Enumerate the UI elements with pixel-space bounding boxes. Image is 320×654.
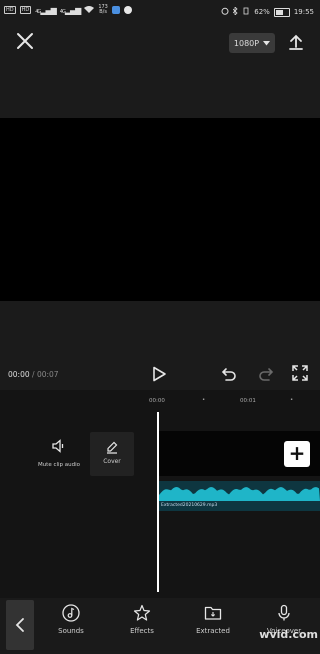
- caret-down-icon: [263, 40, 271, 45]
- tool-sounds-label: Sounds: [58, 627, 84, 635]
- undo-icon: [221, 368, 236, 381]
- ruler-label-0: 00:00: [149, 398, 165, 404]
- close-icon: [17, 33, 33, 49]
- bluetooth-icon: [232, 6, 238, 17]
- current-time: 00:00: [8, 370, 30, 379]
- music-note-icon: [62, 604, 80, 622]
- sparkle-star-icon: [133, 604, 151, 621]
- video-preview[interactable]: [0, 118, 320, 301]
- status-right: 62% 19:55: [221, 6, 314, 17]
- wifi-icon: [84, 5, 95, 15]
- network-speed: 173 B/s: [98, 5, 108, 15]
- redo-button[interactable]: [257, 365, 275, 383]
- close-button[interactable]: [14, 30, 36, 52]
- export-button[interactable]: [286, 32, 306, 52]
- app-notification-icon: [111, 6, 120, 14]
- cover-button[interactable]: Cover: [90, 432, 134, 476]
- battery-fill: [275, 9, 283, 15]
- back-button[interactable]: [6, 600, 34, 650]
- status-left: HD HD 4G▂▄▆ 4G▂▄▆ 173 B/s: [4, 5, 132, 15]
- playback-time: 00:00 / 00:07: [8, 370, 59, 379]
- tool-extracted[interactable]: Extracted: [188, 604, 238, 635]
- audio-clip-track[interactable]: Extracted20210629.mp3: [159, 481, 320, 511]
- resolution-dropdown[interactable]: 1080P: [229, 33, 275, 53]
- play-button[interactable]: [150, 365, 168, 383]
- folder-icon: [204, 606, 222, 620]
- fullscreen-button[interactable]: [292, 365, 308, 381]
- tool-effects-label: Effects: [130, 627, 154, 635]
- tool-effects[interactable]: Effects: [117, 604, 167, 635]
- undo-button[interactable]: [220, 365, 238, 383]
- time-separator: /: [32, 370, 35, 379]
- signal1-label: 4G: [35, 8, 41, 15]
- fullscreen-icon: [292, 365, 308, 381]
- play-icon: [153, 366, 166, 382]
- net-speed-unit: B/s: [99, 9, 107, 15]
- ruler-dot: •: [202, 397, 206, 403]
- playhead[interactable]: [157, 412, 159, 592]
- chat-notification-icon: [123, 6, 132, 14]
- ruler-label-1: 00:01: [240, 398, 256, 404]
- vibrate-icon: [242, 7, 250, 17]
- battery-icon: [273, 7, 290, 17]
- mute-clip-audio-button[interactable]: Mute clip audio: [36, 438, 82, 468]
- sim1-badge: HD: [4, 6, 16, 14]
- redo-icon: [259, 368, 274, 381]
- resolution-label: 1080P: [233, 38, 260, 48]
- microphone-icon: [278, 604, 290, 621]
- add-clip-button[interactable]: +: [284, 441, 310, 467]
- audio-clip-name: Extracted20210629.mp3: [161, 503, 218, 508]
- ruler-dot: •: [290, 397, 294, 403]
- tool-sounds[interactable]: Sounds: [46, 604, 96, 635]
- plus-icon: +: [288, 441, 306, 465]
- signal2-indicator: 4G▂▄▆: [59, 5, 82, 15]
- tool-extracted-label: Extracted: [196, 627, 230, 635]
- sim2-badge: HD: [19, 6, 32, 14]
- status-bar: HD HD 4G▂▄▆ 4G▂▄▆ 173 B/s 62% 19:55: [0, 0, 320, 24]
- watermark: wvid.com: [259, 628, 318, 641]
- cover-label: Cover: [103, 458, 121, 465]
- alarm-icon: [221, 7, 229, 17]
- signal2-label: 4G: [59, 8, 66, 15]
- pencil-icon: [107, 441, 118, 454]
- speaker-icon: [52, 439, 64, 453]
- battery-percent: 62%: [254, 8, 270, 16]
- signal1-indicator: 4G▂▄▆: [35, 5, 57, 15]
- chevron-left-icon: [15, 618, 24, 632]
- clock: 19:55: [293, 8, 314, 16]
- total-time: 00:07: [36, 370, 59, 379]
- mute-label: Mute clip audio: [37, 462, 81, 468]
- upload-icon: [289, 34, 303, 50]
